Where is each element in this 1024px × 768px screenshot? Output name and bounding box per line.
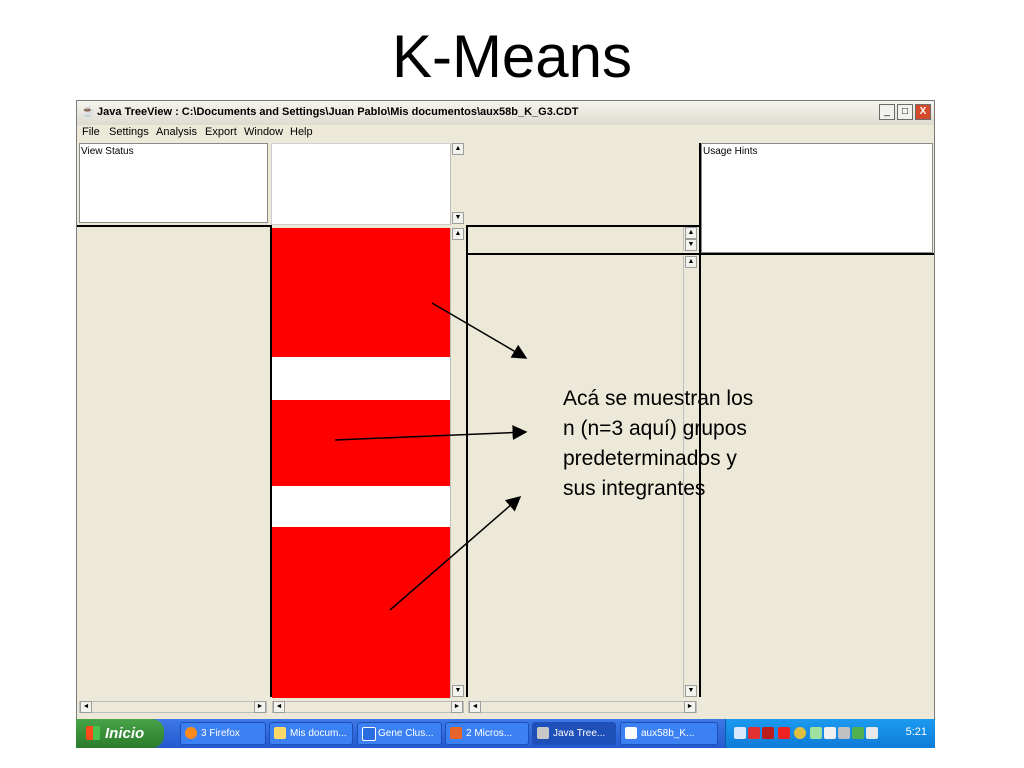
taskbar: Inicio 3 Firefox Mis docum... Gene Clus.… xyxy=(76,719,935,748)
annotation-line: Acá se muestran los xyxy=(563,387,754,410)
folder-icon xyxy=(274,727,286,739)
clock: 5:21 xyxy=(905,726,927,738)
firefox-icon xyxy=(185,727,197,739)
annotation-line: sus integrantes xyxy=(563,477,706,500)
arrow-to-cluster-1 xyxy=(431,302,528,359)
annotation-text: Acá se muestran los n (n=3 aquí) grupos … xyxy=(563,384,813,504)
arrow-to-cluster-2 xyxy=(334,425,528,441)
start-label: Inicio xyxy=(105,725,145,742)
powerpoint-icon xyxy=(450,727,462,739)
start-button[interactable]: Inicio xyxy=(76,719,164,748)
task-label: 3 Firefox xyxy=(201,728,240,739)
security-icon[interactable] xyxy=(748,727,760,739)
task-label: Mis docum... xyxy=(290,728,347,739)
taskbar-item-firefox[interactable]: 3 Firefox xyxy=(180,722,266,745)
taskbar-item-java-treeview[interactable]: Java Tree... xyxy=(532,722,616,745)
windows-flag-icon xyxy=(86,726,100,740)
annotation-arrows xyxy=(334,302,528,611)
ati-icon[interactable] xyxy=(778,727,790,739)
task-label: Java Tree... xyxy=(553,728,606,739)
system-tray: 5:21 xyxy=(725,719,935,748)
language-icon[interactable] xyxy=(762,727,774,739)
globe-icon[interactable] xyxy=(794,727,806,739)
network-icon[interactable] xyxy=(734,727,746,739)
arrow-to-cluster-3 xyxy=(389,496,522,611)
taskbar-item-mis-documentos[interactable]: Mis docum... xyxy=(269,722,353,745)
java-cup-icon xyxy=(537,727,549,739)
taskbar-item-notepad[interactable]: aux58b_K... xyxy=(620,722,718,745)
gene-cluster-icon xyxy=(362,727,376,741)
wireless-icon[interactable] xyxy=(810,727,822,739)
task-label: 2 Micros... xyxy=(466,728,513,739)
task-label: Gene Clus... xyxy=(378,728,434,739)
antenna-icon[interactable] xyxy=(838,727,850,739)
taskbar-item-microsoft[interactable]: 2 Micros... xyxy=(445,722,529,745)
mail-icon[interactable] xyxy=(824,727,836,739)
shield-icon[interactable] xyxy=(866,727,878,739)
annotation-line: n (n=3 aquí) grupos xyxy=(563,417,747,440)
notepad-icon xyxy=(625,727,637,739)
update-icon[interactable] xyxy=(852,727,864,739)
annotation-line: predeterminados y xyxy=(563,447,737,470)
taskbar-item-gene-cluster[interactable]: Gene Clus... xyxy=(357,722,442,745)
task-label: aux58b_K... xyxy=(641,728,695,739)
